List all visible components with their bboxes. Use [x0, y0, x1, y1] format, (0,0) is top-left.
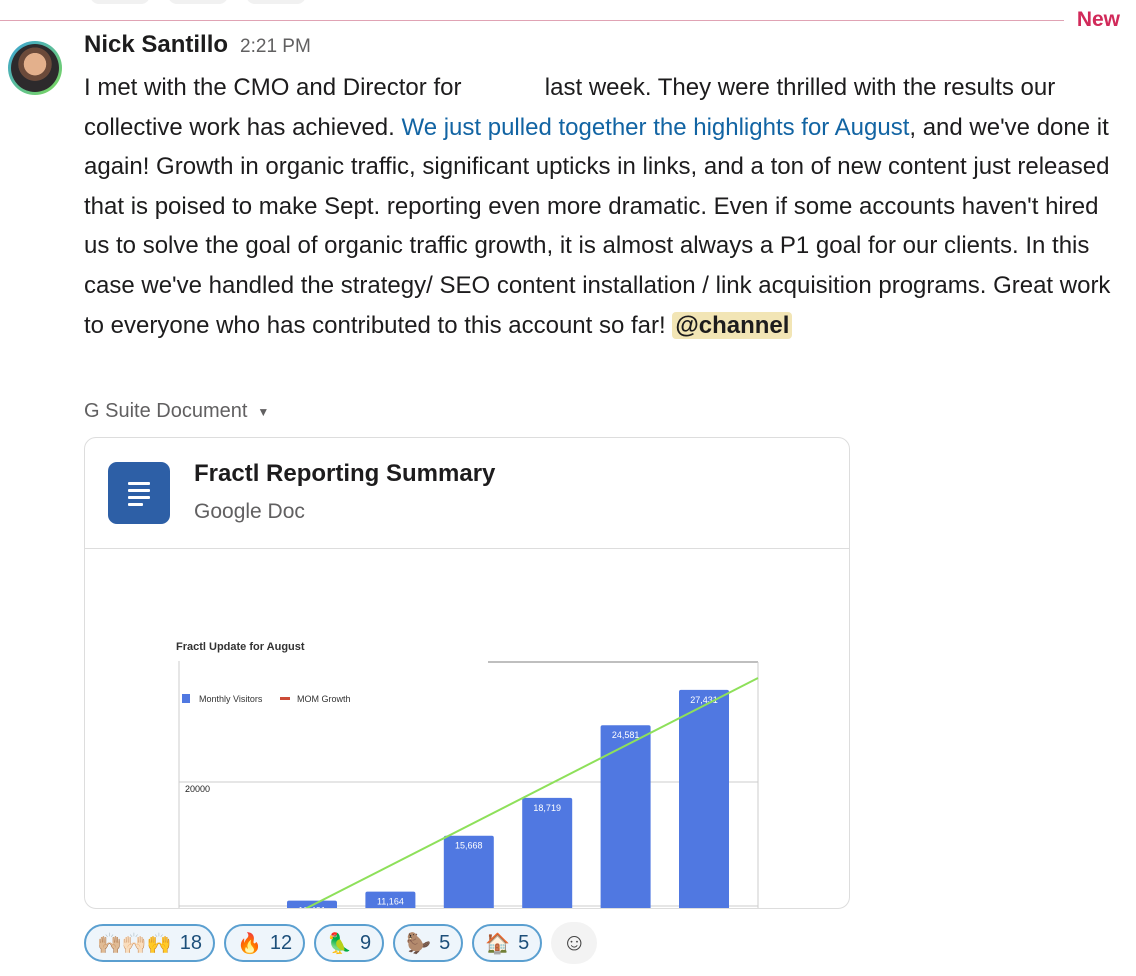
bar — [600, 725, 651, 908]
bar-label: 18,719 — [533, 803, 561, 813]
message-header: Nick Santillo 2:21 PM — [84, 31, 311, 59]
new-label: New — [1076, 8, 1120, 31]
author-name[interactable]: Nick Santillo — [84, 31, 228, 59]
chart: Fractl Update for August 1000020000 Mont… — [176, 641, 759, 908]
channel-mention[interactable]: @channel — [672, 311, 793, 339]
bar — [522, 797, 573, 908]
reaction-count: 12 — [269, 931, 293, 954]
parrot-icon: 🦜 — [327, 932, 353, 955]
bar-label: 11,164 — [377, 897, 404, 907]
add-reaction-button[interactable]: ☺︎ — [551, 922, 598, 964]
y-tick-label: 20000 — [185, 784, 210, 794]
legend-growth: MOM Growth — [297, 694, 351, 704]
new-messages-divider — [0, 20, 1064, 21]
avatar[interactable] — [8, 41, 62, 95]
reaction-count: 5 — [439, 931, 451, 954]
legend-swatch-visitors — [182, 694, 190, 703]
reaction-count: 5 — [518, 931, 530, 954]
previous-reactions — [90, 0, 306, 4]
reaction-count: 9 — [360, 931, 372, 954]
legend-swatch-growth — [280, 697, 290, 700]
reaction-custom-emoji[interactable]: 🦫 5 — [393, 924, 464, 962]
raised-hands-icon: 🙌🏼🙌🏻🙌 — [97, 932, 172, 955]
message-body: I met with the CMO and Director for last… — [84, 68, 1129, 345]
highlights-link[interactable]: We just pulled together the highlights f… — [401, 114, 909, 141]
custom-emoji-icon: 🦫 — [406, 932, 432, 955]
reaction-parrot[interactable]: 🦜 9 — [314, 924, 385, 962]
reaction-raised-hands[interactable]: 🙌🏼🙌🏻🙌 18 — [84, 924, 215, 962]
house-icon: 🏠 — [485, 932, 511, 955]
reaction-count: 18 — [179, 931, 202, 954]
caret-down-icon[interactable]: ▼ — [257, 405, 269, 419]
message-text: , and we've done it again! Growth in org… — [84, 113, 1111, 339]
attachment-source: G Suite Document — [84, 400, 248, 422]
chart-title: Fractl Update for August — [176, 641, 305, 653]
reaction-fire[interactable]: 🔥 12 — [223, 924, 306, 962]
add-emoji-icon: ☺︎ — [561, 929, 587, 956]
bar-label: 24,581 — [612, 730, 640, 740]
reaction-house[interactable]: 🏠 5 — [472, 924, 543, 962]
timestamp[interactable]: 2:21 PM — [240, 36, 311, 58]
message-text: I met with the CMO and Director for — [84, 74, 462, 101]
legend-visitors: Monthly Visitors — [199, 694, 263, 704]
attachment-label[interactable]: G Suite Document ▼ — [84, 400, 269, 423]
fire-icon: 🔥 — [236, 932, 262, 955]
document-preview-card[interactable]: Fractl Reporting Summary Google Doc Frac… — [84, 437, 850, 909]
bar — [679, 689, 729, 908]
bar-label: 15,668 — [455, 841, 483, 851]
reactions-bar: 🙌🏼🙌🏻🙌 18 🔥 12 🦜 9 🦫 5 🏠 5 ☺︎ — [84, 922, 598, 964]
